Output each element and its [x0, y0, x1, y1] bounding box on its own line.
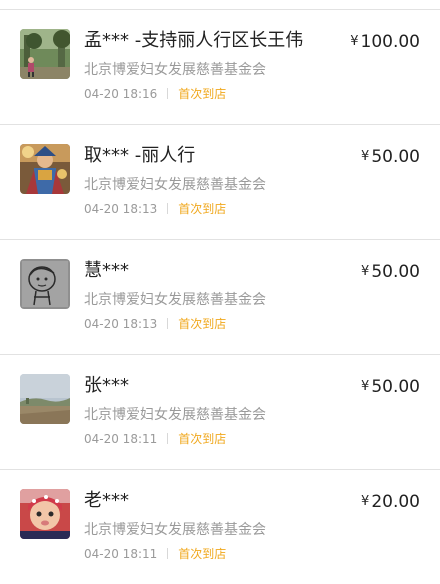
donation-time: 04-20 18:11 [84, 432, 158, 446]
donation-amount: ¥50.00 [361, 260, 420, 284]
donor-name: 老*** [84, 490, 129, 511]
visit-tag: 首次到店 [178, 202, 227, 216]
separator [167, 548, 169, 559]
donor-name: 张*** [84, 375, 129, 396]
donation-time: 04-20 18:16 [84, 87, 158, 101]
organization-name: 北京博爱妇女发展慈善基金会 [84, 407, 266, 423]
donation-meta: 04-20 18:11 首次到店 [84, 545, 226, 563]
organization-name: 北京博爱妇女发展慈善基金会 [84, 62, 266, 78]
donation-row[interactable]: 张*** ¥50.00 北京博爱妇女发展慈善基金会 04-20 18:11 首次到… [0, 354, 440, 469]
amount-value: 20.00 [371, 492, 420, 512]
donation-amount: ¥50.00 [361, 145, 420, 169]
currency-symbol: ¥ [350, 34, 359, 49]
visit-tag: 首次到店 [178, 432, 227, 446]
amount-value: 50.00 [371, 147, 420, 167]
donation-time: 04-20 18:13 [84, 202, 158, 216]
separator [167, 203, 169, 214]
donation-meta: 04-20 18:13 首次到店 [84, 315, 226, 333]
donation-amount: ¥100.00 [350, 30, 420, 54]
organization-name: 北京博爱妇女发展慈善基金会 [84, 522, 266, 538]
separator [167, 433, 169, 444]
currency-symbol: ¥ [361, 494, 370, 509]
separator [167, 88, 169, 99]
donation-amount: ¥50.00 [361, 375, 420, 399]
organization-name: 北京博爱妇女发展慈善基金会 [84, 177, 266, 193]
donation-meta: 04-20 18:11 首次到店 [84, 430, 226, 448]
currency-symbol: ¥ [361, 379, 370, 394]
donor-name: 取*** -丽人行 [84, 145, 196, 166]
avatar-photo-outdoor-person-icon [20, 29, 70, 79]
donation-time: 04-20 18:13 [84, 317, 158, 331]
donation-time: 04-20 18:11 [84, 547, 158, 561]
avatar-landscape-icon [20, 374, 70, 424]
donation-row[interactable]: 孟*** -支持丽人行区长王伟 ¥100.00 北京博爱妇女发展慈善基金会 04… [0, 9, 440, 124]
separator [167, 318, 169, 329]
visit-tag: 首次到店 [178, 317, 227, 331]
donation-row[interactable]: 取*** -丽人行 ¥50.00 北京博爱妇女发展慈善基金会 04-20 18:… [0, 124, 440, 239]
donor-name: 慧*** [84, 260, 129, 281]
donation-list: 孟*** -支持丽人行区长王伟 ¥100.00 北京博爱妇女发展慈善基金会 04… [0, 9, 440, 584]
donation-row[interactable]: 慧*** ¥50.00 北京博爱妇女发展慈善基金会 04-20 18:13 首次到… [0, 239, 440, 354]
avatar-photo-costume-icon [20, 144, 70, 194]
currency-symbol: ¥ [361, 264, 370, 279]
donation-amount: ¥20.00 [361, 490, 420, 514]
avatar-photo-baby-icon [20, 489, 70, 539]
donation-meta: 04-20 18:13 首次到店 [84, 200, 226, 218]
donor-name: 孟*** -支持丽人行区长王伟 [84, 30, 304, 51]
amount-value: 100.00 [360, 32, 420, 52]
visit-tag: 首次到店 [178, 547, 227, 561]
currency-symbol: ¥ [361, 149, 370, 164]
amount-value: 50.00 [371, 377, 420, 397]
donation-row[interactable]: 老*** ¥20.00 北京博爱妇女发展慈善基金会 04-20 18:11 首次到… [0, 469, 440, 584]
donation-meta: 04-20 18:16 首次到店 [84, 85, 226, 103]
avatar-cartoon-sketch-icon [20, 259, 70, 309]
organization-name: 北京博爱妇女发展慈善基金会 [84, 292, 266, 308]
amount-value: 50.00 [371, 262, 420, 282]
visit-tag: 首次到店 [178, 87, 227, 101]
